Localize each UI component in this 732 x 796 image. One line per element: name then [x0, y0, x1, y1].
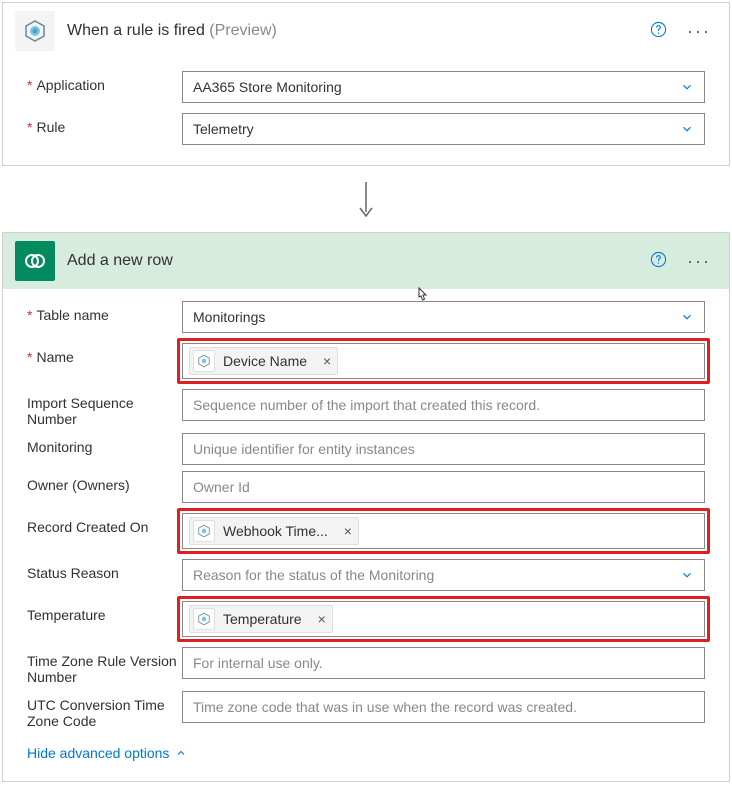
- device-name-token[interactable]: Device Name ×: [189, 347, 338, 375]
- status-reason-select[interactable]: Reason for the status of the Monitoring: [182, 559, 705, 591]
- application-select[interactable]: AA365 Store Monitoring: [182, 71, 705, 103]
- rule-label: *Rule: [27, 113, 182, 135]
- action-body: *Table name Monitorings *Name Device Nam…: [3, 289, 729, 781]
- chevron-down-icon: [680, 310, 694, 324]
- action-card: Add a new row ··· *Table name Monitoring…: [2, 232, 730, 782]
- token-remove-icon[interactable]: ×: [323, 353, 331, 369]
- token-remove-icon[interactable]: ×: [344, 523, 352, 539]
- temperature-token[interactable]: Temperature ×: [189, 605, 333, 633]
- import-seq-input[interactable]: Sequence number of the import that creat…: [182, 389, 705, 421]
- action-header[interactable]: Add a new row ···: [3, 233, 729, 289]
- chevron-down-icon: [680, 80, 694, 94]
- temperature-input[interactable]: Temperature ×: [182, 601, 705, 637]
- utc-conv-input[interactable]: Time zone code that was in use when the …: [182, 691, 705, 723]
- tz-rule-input[interactable]: For internal use only.: [182, 647, 705, 679]
- iot-central-icon: [193, 608, 215, 630]
- flow-arrow: [2, 170, 730, 232]
- more-icon[interactable]: ···: [687, 252, 711, 270]
- record-created-label: Record Created On: [27, 513, 182, 535]
- hide-advanced-link[interactable]: Hide advanced options: [27, 745, 187, 761]
- temperature-label: Temperature: [27, 601, 182, 623]
- chevron-down-icon: [680, 568, 694, 582]
- trigger-header[interactable]: When a rule is fired (Preview) ···: [3, 3, 729, 59]
- chevron-down-icon: [680, 122, 694, 136]
- name-label: *Name: [27, 343, 182, 365]
- help-icon[interactable]: [650, 251, 667, 272]
- trigger-title: When a rule is fired (Preview): [67, 22, 650, 40]
- monitoring-label: Monitoring: [27, 433, 182, 455]
- dataverse-icon: [15, 241, 55, 281]
- owner-label: Owner (Owners): [27, 471, 182, 493]
- trigger-card: When a rule is fired (Preview) ··· *Appl…: [2, 2, 730, 166]
- help-icon[interactable]: [650, 21, 667, 42]
- trigger-body: *Application AA365 Store Monitoring *Rul…: [3, 59, 729, 165]
- table-name-select[interactable]: Monitorings: [182, 301, 705, 333]
- iot-central-icon: [15, 11, 55, 51]
- name-highlight: Device Name ×: [177, 338, 710, 384]
- name-input[interactable]: Device Name ×: [182, 343, 705, 379]
- status-reason-label: Status Reason: [27, 559, 182, 581]
- iot-central-icon: [193, 350, 215, 372]
- monitoring-input[interactable]: Unique identifier for entity instances: [182, 433, 705, 465]
- table-name-label: *Table name: [27, 301, 182, 323]
- owner-input[interactable]: Owner Id: [182, 471, 705, 503]
- rule-select[interactable]: Telemetry: [182, 113, 705, 145]
- token-remove-icon[interactable]: ×: [318, 611, 326, 627]
- chevron-up-icon: [175, 747, 187, 759]
- tz-rule-label: Time Zone Rule Version Number: [27, 647, 182, 685]
- record-created-input[interactable]: Webhook Time... ×: [182, 513, 705, 549]
- iot-central-icon: [193, 520, 215, 542]
- more-icon[interactable]: ···: [687, 22, 711, 40]
- record-created-highlight: Webhook Time... ×: [177, 508, 710, 554]
- import-seq-label: Import Sequence Number: [27, 389, 182, 427]
- utc-conv-label: UTC Conversion Time Zone Code: [27, 691, 182, 729]
- action-title: Add a new row: [67, 252, 650, 270]
- application-label: *Application: [27, 71, 182, 93]
- webhook-time-token[interactable]: Webhook Time... ×: [189, 517, 359, 545]
- temperature-highlight: Temperature ×: [177, 596, 710, 642]
